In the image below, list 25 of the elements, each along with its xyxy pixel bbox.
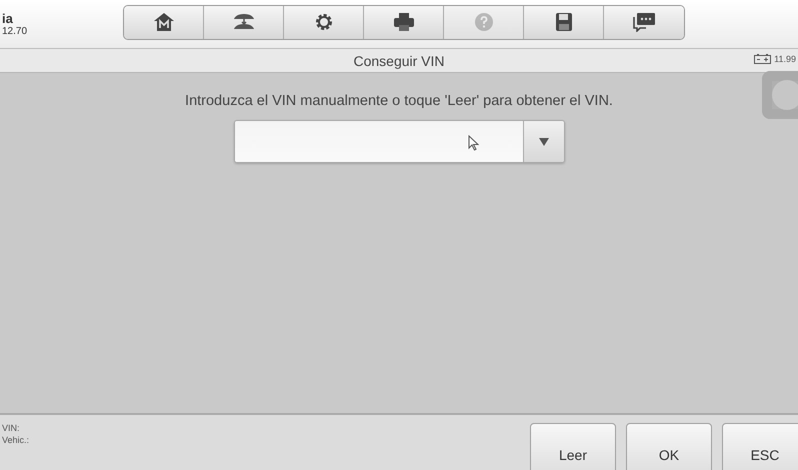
instruction-text: Introduzca el VIN manualmente o toque 'Leer' para obtener el VIN. [185,93,613,109]
action-button[interactable]: Leer [530,423,616,470]
pointer-icon [468,135,478,151]
save-button[interactable] [524,6,604,38]
vehicle-make: ia [2,12,14,26]
printer-icon [392,12,414,32]
help-icon [474,12,494,32]
battery-voltage: 11.99 [774,54,796,64]
settings-button[interactable] [284,6,364,38]
action-button[interactable]: OK [626,423,712,470]
vehicle-version: 12.70 [2,26,28,36]
settings-icon [314,12,334,32]
chat-button[interactable] [604,6,684,38]
print-button[interactable] [364,6,444,38]
dropdown-arrow-icon [538,138,548,146]
screen-title: Conseguir VIN [353,52,445,68]
vin-label: VIN: [2,423,21,433]
chat-icon [632,12,656,32]
vehicles-button[interactable] [204,6,284,38]
battery-icon [754,54,772,64]
home-button[interactable] [124,6,204,38]
vehicle-label: Vehic.: [2,435,30,445]
save-icon [554,12,572,32]
action-button[interactable]: ESC [722,423,798,470]
home-icon [152,12,174,32]
